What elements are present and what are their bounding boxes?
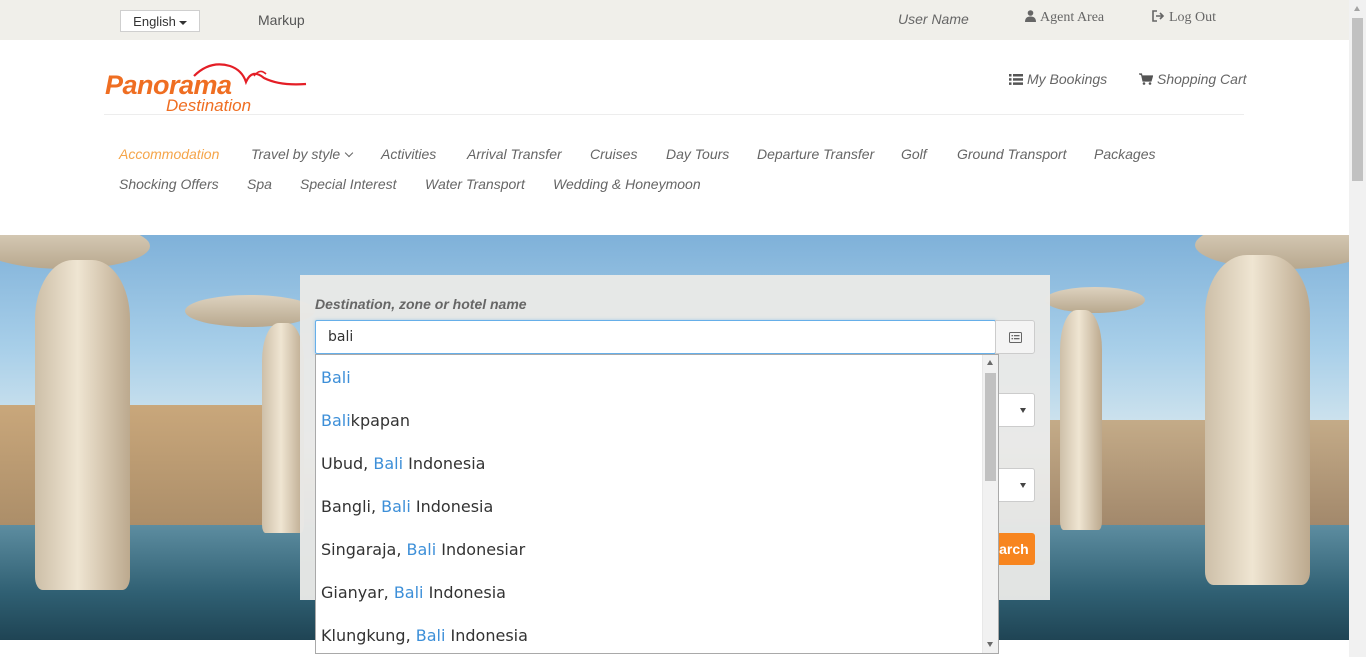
nav-spa[interactable]: Spa [247,176,272,192]
autocomplete-option[interactable]: Gianyar, Bali Indonesia [321,583,506,602]
statue-figure [1060,310,1102,530]
destination-input[interactable]: bali [315,320,996,354]
user-name: User Name [898,11,969,27]
page-scrollbar[interactable] [1349,0,1366,657]
autocomplete-option[interactable]: Klungkung, Bali Indonesia [321,626,528,645]
nav-cruises[interactable]: Cruises [590,146,637,162]
option-text: Singaraja, [321,540,407,559]
panorama-logo[interactable]: Panorama Destination [104,58,310,118]
option-match: Bali [373,454,404,473]
autocomplete-option[interactable]: Bali [321,368,351,387]
autocomplete-scrollbar[interactable] [982,355,998,653]
statue-bowl [185,295,315,327]
scrollbar-thumb[interactable] [985,373,996,481]
autocomplete-option[interactable]: Bangli, Bali Indonesia [321,497,493,516]
logo-subtitle: Destination [166,96,252,115]
statue-figure [1205,255,1310,585]
statue-figure [35,260,130,590]
nav-shocking-offers[interactable]: Shocking Offers [119,176,219,192]
top-bar: English Markup User Name Agent Area Log … [0,0,1349,40]
option-text: kpapan [350,411,410,430]
chevron-down-icon [344,148,354,158]
nav-travel-by-style-label: Travel by style [251,146,341,162]
option-text: Indonesia [410,497,494,516]
option-text: Indonesia [423,583,506,602]
scroll-up-icon[interactable] [987,360,993,365]
markup-link[interactable]: Markup [258,12,305,28]
nav-arrival-transfer[interactable]: Arrival Transfer [467,146,562,162]
nav-packages[interactable]: Packages [1094,146,1155,162]
nav-day-tours[interactable]: Day Tours [666,146,729,162]
log-out-link[interactable]: Log Out [1152,10,1216,26]
option-text: Indonesia [403,454,486,473]
select-arrow-icon [1020,408,1026,413]
option-match: Bali [381,497,411,516]
language-select[interactable]: English [120,10,200,32]
option-match: Bali [406,540,437,559]
statue-figure [262,323,304,533]
header-divider [104,114,1244,115]
cart-icon [1139,73,1153,85]
nav-water-transport[interactable]: Water Transport [425,176,525,192]
destination-label: Destination, zone or hotel name [315,296,527,312]
option-match: Bali [321,411,351,430]
log-out-label: Log Out [1169,10,1217,25]
scroll-up-icon[interactable] [1354,6,1360,11]
my-bookings-label: My Bookings [1027,71,1108,87]
my-bookings-link[interactable]: My Bookings [1009,71,1107,87]
option-text: Klungkung, [321,626,416,645]
autocomplete-option[interactable]: Singaraja, Bali Indonesiar [321,540,525,559]
select-arrow-icon [1020,483,1026,488]
list-icon [1009,74,1023,85]
option-match: Bali [415,626,446,645]
option-text: Indonesia [445,626,528,645]
nav-travel-by-style[interactable]: Travel by style [251,146,354,162]
agent-area-link[interactable]: Agent Area [1025,10,1104,26]
caret-down-icon [178,20,187,25]
option-text: Ubud, [321,454,374,473]
rooms-select[interactable] [995,468,1035,502]
nav-departure-transfer[interactable]: Departure Transfer [757,146,874,162]
nav-accommodation[interactable]: Accommodation [119,146,219,162]
sign-out-icon [1152,10,1165,22]
date-select[interactable] [995,393,1035,427]
destination-list-button[interactable] [995,320,1035,354]
shopping-cart-link[interactable]: Shopping Cart [1139,71,1247,87]
nav-ground-transport[interactable]: Ground Transport [957,146,1066,162]
language-label: English [133,14,176,29]
nav-activities[interactable]: Activities [381,146,436,162]
autocomplete-option[interactable]: Ubud, Bali Indonesia [321,454,485,473]
scroll-down-icon[interactable] [987,642,993,647]
statue-bowl [1045,287,1145,313]
user-icon [1025,10,1036,22]
nav-golf[interactable]: Golf [901,146,927,162]
option-text: Bangli, [321,497,382,516]
option-text: Indonesiar [436,540,526,559]
autocomplete-option[interactable]: Balikpapan [321,411,410,430]
list-alt-icon [1009,332,1022,343]
page-scrollbar-thumb[interactable] [1352,18,1363,181]
autocomplete-list: Bali Balikpapan Ubud, Bali Indonesia Ban… [315,354,999,654]
option-text: Gianyar, [321,583,394,602]
option-match: Bali [321,368,351,387]
agent-area-label: Agent Area [1040,10,1105,25]
option-match: Bali [393,583,424,602]
nav-special-interest[interactable]: Special Interest [300,176,397,192]
shopping-cart-label: Shopping Cart [1157,71,1247,87]
nav-wedding-honeymoon[interactable]: Wedding & Honeymoon [553,176,701,192]
